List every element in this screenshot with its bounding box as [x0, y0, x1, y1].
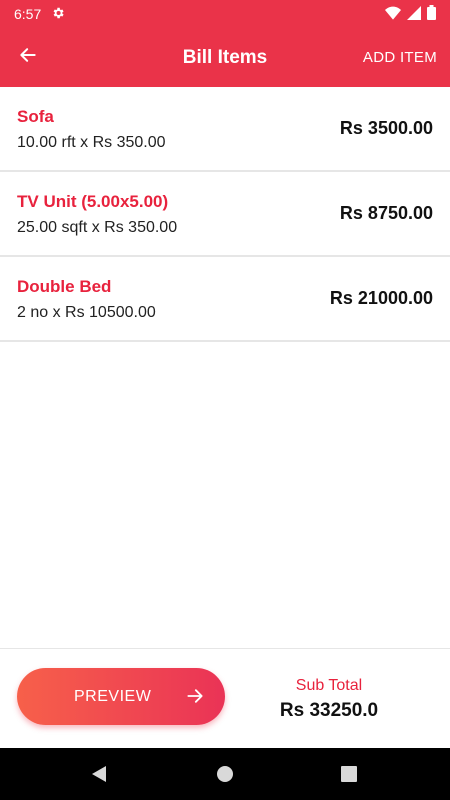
item-name: Double Bed	[17, 277, 112, 296]
item-amount: Rs 3500.00	[339, 118, 433, 138]
wifi-icon	[385, 6, 401, 23]
list-item[interactable]: Double Bed 2 no x Rs 10500.00 Rs 21000.0…	[0, 257, 450, 342]
status-time: 6:57	[14, 6, 42, 22]
add-item-button[interactable]: ADD ITEM	[363, 28, 437, 87]
item-detail: 10.00 rft x Rs 350.00	[17, 134, 166, 151]
back-triangle-icon[interactable]	[87, 762, 111, 786]
recents-square-icon[interactable]	[337, 762, 361, 786]
status-right	[385, 5, 436, 23]
preview-button[interactable]: PREVIEW	[17, 668, 225, 725]
status-left: 6:57	[14, 6, 65, 23]
bill-items-list: Sofa 10.00 rft x Rs 350.00 Rs 3500.00 TV…	[0, 87, 450, 342]
list-item[interactable]: TV Unit (5.00x5.00) 25.00 sqft x Rs 350.…	[0, 172, 450, 257]
item-amount: Rs 8750.00	[339, 203, 433, 223]
battery-icon	[427, 5, 436, 23]
app-bar: Bill Items ADD ITEM	[0, 28, 450, 87]
settings-icon	[51, 6, 65, 23]
bottom-bar: PREVIEW Sub Total Rs 33250.0	[0, 648, 450, 748]
subtotal-label: Sub Total	[295, 677, 363, 694]
item-detail: 2 no x Rs 10500.00	[17, 304, 156, 321]
back-button[interactable]	[0, 28, 56, 87]
item-name: Sofa	[17, 107, 54, 126]
preview-label: PREVIEW	[74, 687, 152, 705]
item-name: TV Unit (5.00x5.00)	[17, 192, 169, 211]
subtotal-value: Rs 33250.0	[279, 700, 379, 721]
arrow-forward-icon	[185, 686, 205, 706]
arrow-back-icon	[18, 45, 38, 70]
list-item[interactable]: Sofa 10.00 rft x Rs 350.00 Rs 3500.00	[0, 87, 450, 172]
item-detail: 25.00 sqft x Rs 350.00	[17, 219, 178, 236]
home-circle-icon[interactable]	[213, 762, 237, 786]
item-amount: Rs 21000.00	[329, 288, 433, 308]
signal-icon	[407, 5, 421, 23]
system-nav-bar	[0, 748, 450, 800]
status-bar: 6:57	[0, 0, 450, 28]
